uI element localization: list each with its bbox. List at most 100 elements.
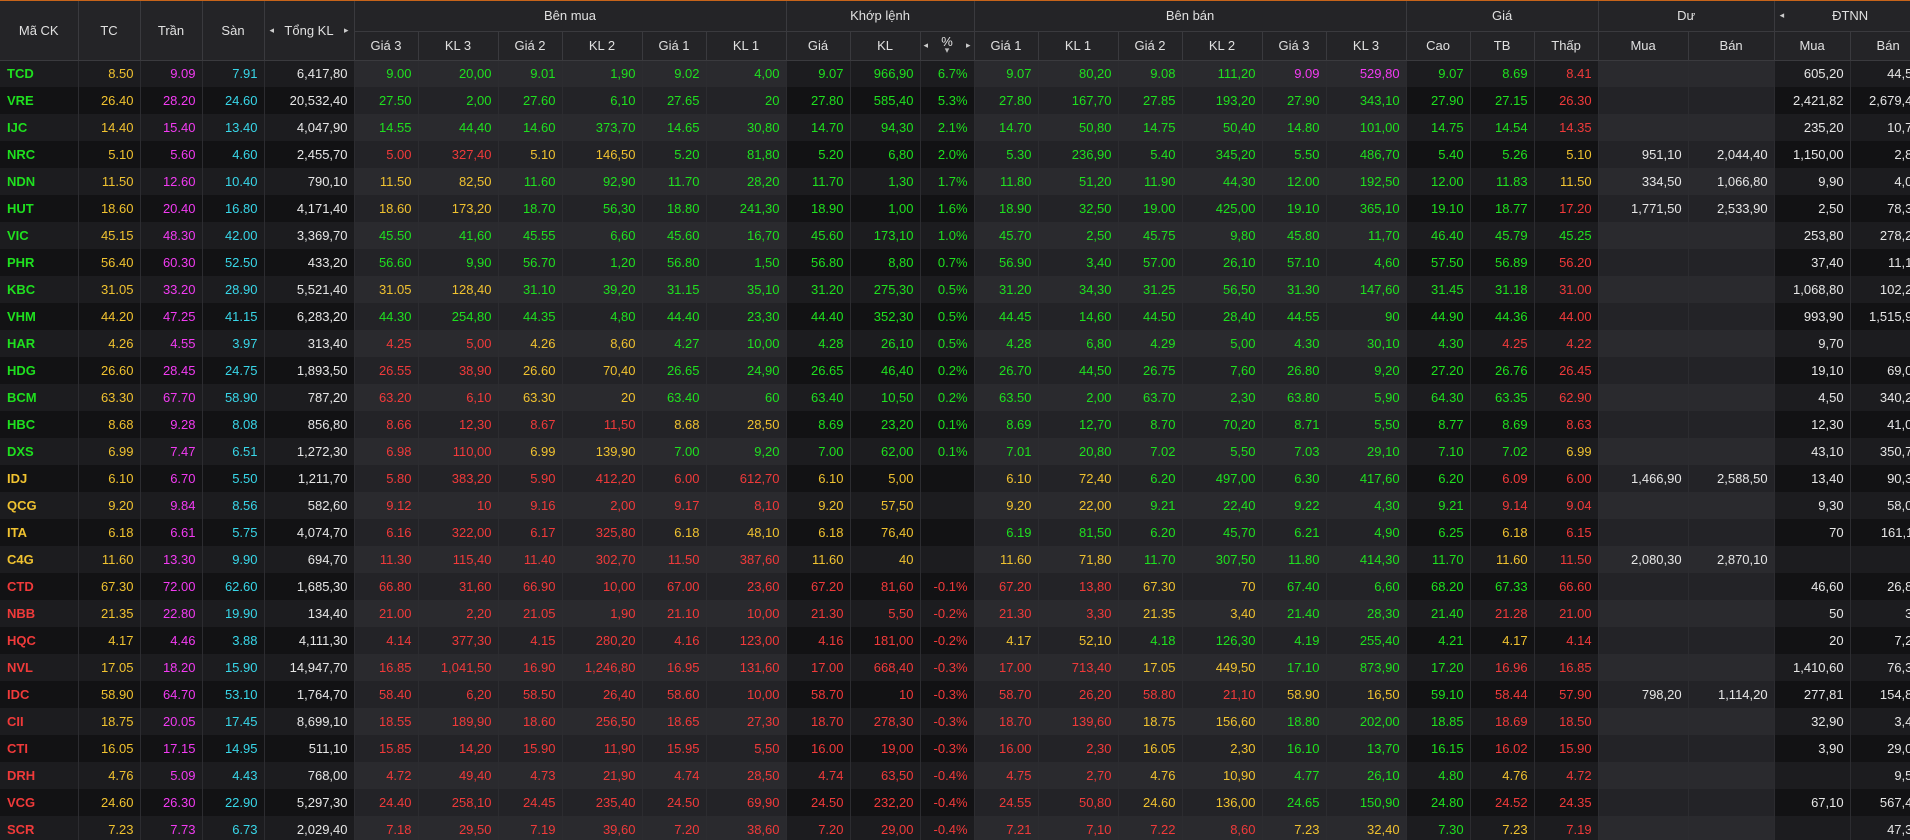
col-header-symbol[interactable]: Mã CK: [0, 1, 79, 61]
table-row[interactable]: NRC 5.10 5.60 4.60 2,455,70 5.00 327,40 5.10 146…: [0, 141, 1910, 168]
col-header-sell-price2[interactable]: Giá 2: [1118, 31, 1183, 61]
col-header-sell-vol2[interactable]: KL 2: [1182, 31, 1263, 61]
table-row[interactable]: HBC 8.68 9.28 8.08 856,80 8.66 12,30 8.67 11,50 8…: [0, 411, 1910, 438]
col-header-ceiling[interactable]: Trần: [140, 1, 203, 61]
symbol-cell[interactable]: TCD: [0, 60, 79, 87]
pct-scroll-right-icon[interactable]: ▸: [966, 40, 971, 51]
symbol-cell[interactable]: HUT: [0, 195, 79, 222]
col-header-buy-price2[interactable]: Giá 2: [498, 31, 563, 61]
symbol-cell[interactable]: IJC: [0, 114, 79, 141]
symbol-cell[interactable]: NDN: [0, 168, 79, 195]
symbol-cell[interactable]: VCG: [0, 789, 79, 816]
remain-buy-cell: [1598, 627, 1689, 654]
scroll-right-icon[interactable]: ▸: [344, 25, 349, 36]
total-volume-cell: 433,20: [264, 249, 355, 276]
col-header-buy-vol3[interactable]: KL 3: [418, 31, 499, 61]
col-header-avg[interactable]: TB: [1470, 31, 1535, 61]
table-row[interactable]: HAR 4.26 4.55 3.97 313,40 4.25 5,00 4.26 8,60 4.2…: [0, 330, 1910, 357]
symbol-cell[interactable]: VRE: [0, 87, 79, 114]
table-row[interactable]: VIC 45.15 48.30 42.00 3,369,70 45.50 41,60 45.5…: [0, 222, 1910, 249]
table-row[interactable]: SCR 7.23 7.73 6.73 2,029,40 7.18 29,50 7.19 39,6…: [0, 816, 1910, 840]
col-header-remain-buy[interactable]: Mua: [1598, 31, 1689, 61]
col-header-buy-price3[interactable]: Giá 3: [354, 31, 419, 61]
symbol-cell[interactable]: NBB: [0, 600, 79, 627]
symbol-cell[interactable]: DXS: [0, 438, 79, 465]
col-header-remain-sell[interactable]: Bán: [1688, 31, 1775, 61]
table-row[interactable]: VRE 26.40 28.20 24.60 20,532,40 27.50 2,00 27.6…: [0, 87, 1910, 114]
table-row[interactable]: HDG 26.60 28.45 24.75 1,893,50 26.55 38,90 26.6…: [0, 357, 1910, 384]
table-row[interactable]: IDC 58.90 64.70 53.10 1,764,70 58.40 6,20 58.50…: [0, 681, 1910, 708]
table-row[interactable]: NDN 11.50 12.60 10.40 790,10 11.50 82,50 11.60 9…: [0, 168, 1910, 195]
match-price-cell: 44.40: [786, 303, 851, 330]
table-row[interactable]: PHR 56.40 60.30 52.50 433,20 56.60 9,90 56.70 1,…: [0, 249, 1910, 276]
col-header-foreign-sell[interactable]: Bán: [1850, 31, 1910, 61]
sort-down-icon[interactable]: ▾: [945, 45, 950, 55]
table-row[interactable]: NBB 21.35 22.80 19.90 134,40 21.00 2,20 21.05 1,…: [0, 600, 1910, 627]
table-row[interactable]: NVL 17.05 18.20 15.90 14,947,70 16.85 1,041,50…: [0, 654, 1910, 681]
pct-scroll-left-icon[interactable]: ◂: [924, 40, 929, 51]
col-header-sell-price1[interactable]: Giá 1: [974, 31, 1039, 61]
col-header-match-vol[interactable]: KL: [850, 31, 921, 61]
sell-price2-cell: 14.75: [1118, 114, 1183, 141]
col-header-foreign-buy[interactable]: Mua: [1774, 31, 1851, 61]
symbol-cell[interactable]: C4G: [0, 546, 79, 573]
symbol-cell[interactable]: NVL: [0, 654, 79, 681]
scroll-left-icon[interactable]: ◂: [270, 25, 275, 36]
table-row[interactable]: IDJ 6.10 6.70 5.50 1,211,70 5.80 383,20 5.90 412…: [0, 465, 1910, 492]
symbol-cell[interactable]: ITA: [0, 519, 79, 546]
table-row[interactable]: DRH 4.76 5.09 4.43 768,00 4.72 49,40 4.73 21,90 4…: [0, 762, 1910, 789]
symbol-cell[interactable]: QCG: [0, 492, 79, 519]
col-header-match-price[interactable]: Giá: [786, 31, 851, 61]
symbol-cell[interactable]: PHR: [0, 249, 79, 276]
col-header-total-volume[interactable]: ◂ Tổng KL ▸: [264, 1, 355, 61]
table-row[interactable]: CTI 16.05 17.15 14.95 511,10 15.85 14,20 15.90 1…: [0, 735, 1910, 762]
symbol-cell[interactable]: NRC: [0, 141, 79, 168]
col-header-buy-vol1[interactable]: KL 1: [706, 31, 787, 61]
symbol-cell[interactable]: IDC: [0, 681, 79, 708]
col-header-match-pct[interactable]: ◂ % ▾ ▸: [920, 31, 975, 61]
symbol-cell[interactable]: DRH: [0, 762, 79, 789]
table-row[interactable]: HQC 4.17 4.46 3.88 4,111,30 4.14 377,30 4.15 280…: [0, 627, 1910, 654]
table-row[interactable]: HUT 18.60 20.40 16.80 4,171,40 18.60 173,20 18.…: [0, 195, 1910, 222]
table-row[interactable]: VCG 24.60 26.30 22.90 5,297,30 24.40 258,10 24.…: [0, 789, 1910, 816]
col-header-ref[interactable]: TC: [78, 1, 141, 61]
symbol-cell[interactable]: CII: [0, 708, 79, 735]
symbol-cell[interactable]: BCM: [0, 384, 79, 411]
col-header-buy-vol2[interactable]: KL 2: [562, 31, 643, 61]
ceiling-price-cell: 28.20: [140, 87, 203, 114]
symbol-cell[interactable]: VIC: [0, 222, 79, 249]
symbol-cell[interactable]: VHM: [0, 303, 79, 330]
table-row[interactable]: CTD 67.30 72.00 62.60 1,685,30 66.80 31,60 66.9…: [0, 573, 1910, 600]
col-header-low[interactable]: Thấp: [1534, 31, 1599, 61]
symbol-cell[interactable]: KBC: [0, 276, 79, 303]
sell-vol1-cell: 3,40: [1038, 249, 1119, 276]
symbol-cell[interactable]: SCR: [0, 816, 79, 840]
table-row[interactable]: QCG 9.20 9.84 8.56 582,60 9.12 10 9.16 2,00 9.17 8…: [0, 492, 1910, 519]
col-header-sell-vol1[interactable]: KL 1: [1038, 31, 1119, 61]
table-row[interactable]: C4G 11.60 13.30 9.90 694,70 11.30 115,40 11.40 3…: [0, 546, 1910, 573]
col-header-sell-price3[interactable]: Giá 3: [1262, 31, 1327, 61]
symbol-cell[interactable]: HQC: [0, 627, 79, 654]
table-row[interactable]: VHM 44.20 47.25 41.15 6,283,20 44.30 254,80 44.…: [0, 303, 1910, 330]
buy-vol1-cell: 8,10: [706, 492, 787, 519]
symbol-cell[interactable]: HDG: [0, 357, 79, 384]
col-header-high[interactable]: Cao: [1406, 31, 1471, 61]
foreign-scroll-left-icon[interactable]: ◂: [1780, 10, 1785, 21]
ref-price-cell: 58.90: [78, 681, 141, 708]
col-header-floor[interactable]: Sàn: [202, 1, 265, 61]
table-row[interactable]: BCM 63.30 67.70 58.90 787,20 63.20 6,10 63.30 20…: [0, 384, 1910, 411]
symbol-cell[interactable]: CTD: [0, 573, 79, 600]
symbol-cell[interactable]: HAR: [0, 330, 79, 357]
table-row[interactable]: IJC 14.40 15.40 13.40 4,047,90 14.55 44,40 14.6…: [0, 114, 1910, 141]
symbol-cell[interactable]: CTI: [0, 735, 79, 762]
table-row[interactable]: DXS 6.99 7.47 6.51 1,272,30 6.98 110,00 6.99 139…: [0, 438, 1910, 465]
sell-price1-cell: 14.70: [974, 114, 1039, 141]
col-header-buy-price1[interactable]: Giá 1: [642, 31, 707, 61]
symbol-cell[interactable]: IDJ: [0, 465, 79, 492]
table-row[interactable]: KBC 31.05 33.20 28.90 5,521,40 31.05 128,40 31.…: [0, 276, 1910, 303]
symbol-cell[interactable]: HBC: [0, 411, 79, 438]
table-row[interactable]: CII 18.75 20.05 17.45 8,699,10 18.55 189,90 18.…: [0, 708, 1910, 735]
table-row[interactable]: TCD 8.50 9.09 7.91 6,417,80 9.00 20,00 9.01 1,90…: [0, 60, 1910, 87]
col-header-sell-vol3[interactable]: KL 3: [1326, 31, 1407, 61]
table-row[interactable]: ITA 6.18 6.61 5.75 4,074,70 6.16 322,00 6.17 325…: [0, 519, 1910, 546]
